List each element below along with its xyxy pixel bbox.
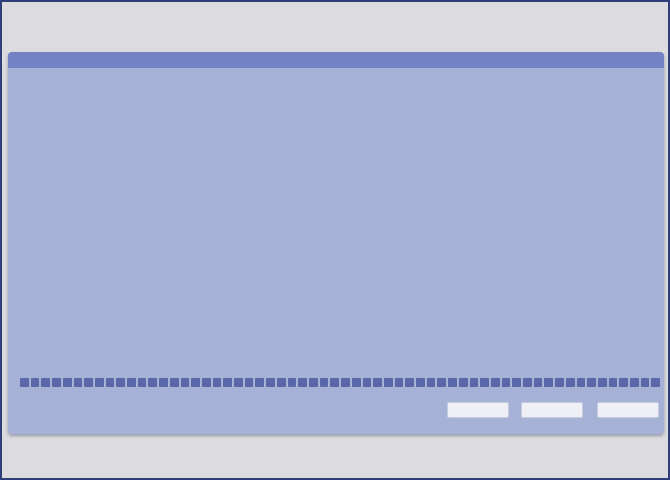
progress-segment [308,378,318,387]
progress-segment [180,378,190,387]
progress-segment [276,378,286,387]
progress-segment [597,378,607,387]
progress-segment [576,378,586,387]
progress-segment [191,378,200,387]
progress-segment [41,378,51,387]
dialog-titlebar[interactable] [8,52,664,68]
progress-segment [159,378,168,387]
progress-segment [73,378,83,387]
progress-segment [94,378,104,387]
progress-segment [30,378,40,387]
progress-segment [287,378,297,387]
progress-segment [394,378,404,387]
progress-segment [587,378,596,387]
progress-segment [651,378,661,387]
progress-segment [373,378,382,387]
progress-segment [544,378,554,387]
progress-segment [490,378,500,387]
progress-segment [201,378,211,387]
progress-segment [298,378,307,387]
progress-segment [512,378,522,387]
progress-segment [458,378,468,387]
progress-segment [619,378,629,387]
progress-segment [20,378,29,387]
progress-segment [501,378,511,387]
progress-segment [426,378,436,387]
progress-segment [341,378,350,387]
progress-segment [84,378,93,387]
progress-dialog [8,52,664,434]
progress-segment [448,378,457,387]
dialog-button-1[interactable] [447,402,509,418]
progress-segment [437,378,447,387]
progress-segment [266,378,275,387]
progress-segment [405,378,415,387]
progress-segment [244,378,254,387]
progress-segment [330,378,340,387]
progress-segment [362,378,372,387]
progress-segment [565,378,575,387]
progress-segment [137,378,147,387]
progress-segment [62,378,72,387]
progress-segment [255,378,265,387]
progress-segment [416,378,425,387]
progress-segment [640,378,650,387]
progress-segment [523,378,532,387]
progress-segment [127,378,136,387]
progress-segment [148,378,158,387]
progress-segment [608,378,618,387]
progress-segment [116,378,126,387]
progress-segment [533,378,543,387]
progress-segment [169,378,179,387]
progress-segment [469,378,479,387]
progress-segment [319,378,329,387]
progress-segment [630,378,639,387]
progress-segment [212,378,222,387]
dialog-button-2[interactable] [521,402,583,418]
progress-segment [555,378,564,387]
progress-segment [351,378,361,387]
progress-bar [20,378,661,387]
progress-segment [105,378,115,387]
screen-frame [0,0,670,480]
progress-segment [52,378,61,387]
progress-segment [234,378,243,387]
dialog-button-3[interactable] [597,402,659,418]
progress-segment [480,378,489,387]
progress-segment [383,378,393,387]
progress-segment [223,378,233,387]
